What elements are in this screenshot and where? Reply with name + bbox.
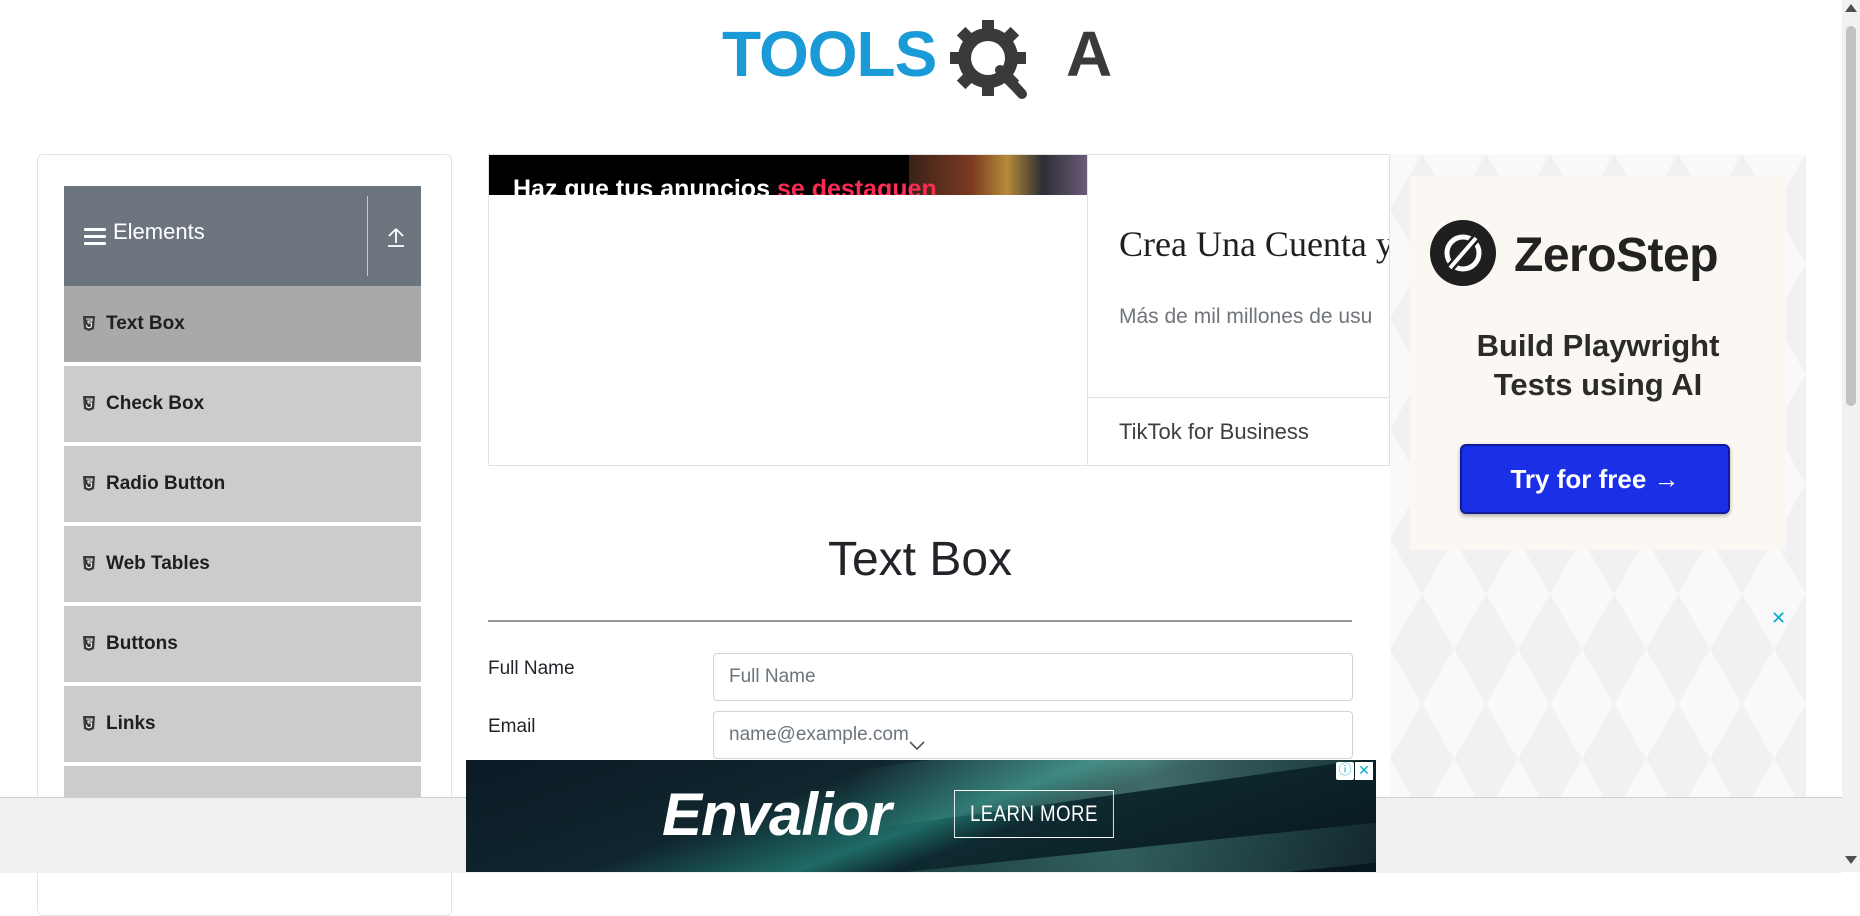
sidebar-item-check-box[interactable]: Check Box bbox=[64, 366, 421, 444]
html5-icon bbox=[83, 556, 95, 571]
group-title: Elements bbox=[113, 219, 205, 244]
sidebar-item-text-box[interactable]: Text Box bbox=[64, 286, 421, 364]
ad-headline: Crea Una Cuenta y bbox=[1119, 224, 1390, 264]
vertical-scrollbar[interactable] bbox=[1842, 0, 1860, 872]
ad-tagline: Build Playwright Tests using AI bbox=[1476, 328, 1720, 402]
full-name-input[interactable] bbox=[713, 653, 1353, 701]
email-label: Email bbox=[488, 716, 536, 737]
email-input[interactable] bbox=[713, 711, 1353, 759]
sidebar-item-radio-button[interactable]: Radio Button bbox=[64, 446, 421, 524]
bottom-advertisement[interactable]: Envalior LEARN MORE ⓘ ✕ bbox=[466, 760, 1376, 872]
ad-brand: Envalior bbox=[662, 781, 892, 848]
html5-icon bbox=[83, 316, 95, 331]
full-name-label: Full Name bbox=[488, 658, 575, 679]
ad-brand[interactable]: TikTok for Business bbox=[1119, 419, 1309, 445]
ad-banner: Haz que tus anuncios se destaquen bbox=[489, 155, 1087, 195]
sidebar-item-buttons[interactable]: Buttons bbox=[64, 606, 421, 684]
logo-text-a: A bbox=[1066, 20, 1112, 90]
ad-divider bbox=[1087, 155, 1088, 465]
ad-banner-text: Haz que tus anuncios se destaquen bbox=[513, 175, 937, 195]
learn-more-button[interactable]: LEARN MORE bbox=[954, 790, 1114, 838]
sidebar-item-label: Text Box bbox=[106, 313, 185, 334]
logo-text-tools: TOOLS bbox=[722, 20, 936, 90]
sidebar-item-label: Check Box bbox=[106, 393, 205, 414]
scroll-down-arrow-icon[interactable] bbox=[1845, 856, 1857, 864]
try-for-free-button[interactable]: Try for free → bbox=[1460, 444, 1730, 514]
zerostep-ad-panel[interactable]: ZeroStep Build Playwright Tests using AI… bbox=[1410, 176, 1786, 550]
toolsqa-logo[interactable]: TOOLS A bbox=[722, 20, 1124, 114]
ad-info-icon[interactable]: ⓘ bbox=[1336, 762, 1354, 780]
page-title: Text Box bbox=[827, 533, 1013, 586]
close-icon[interactable]: ✕ bbox=[1771, 608, 1786, 629]
scrollbar-thumb[interactable] bbox=[1846, 26, 1856, 406]
close-icon[interactable]: ✕ bbox=[1355, 762, 1373, 780]
elements-group-header[interactable]: Elements bbox=[64, 186, 421, 286]
collapse-up-icon[interactable] bbox=[386, 225, 406, 249]
header-divider bbox=[367, 196, 368, 276]
title-divider bbox=[488, 620, 1352, 622]
html5-icon bbox=[83, 636, 95, 651]
chevron-down-icon bbox=[909, 741, 925, 751]
zerostep-logo-icon bbox=[1430, 220, 1496, 286]
menu-icon bbox=[84, 228, 106, 246]
scroll-up-arrow-icon[interactable] bbox=[1845, 4, 1857, 12]
html5-icon bbox=[83, 716, 95, 731]
html5-icon bbox=[83, 396, 95, 411]
html5-icon bbox=[83, 476, 95, 491]
sidebar-item-label: Web Tables bbox=[106, 553, 210, 574]
gear-magnifier-icon bbox=[950, 20, 1027, 99]
sidebar-item-links[interactable]: Links bbox=[64, 686, 421, 764]
ad-brand: ZeroStep bbox=[1514, 229, 1719, 282]
ad-subtext: Más de mil millones de usu bbox=[1119, 305, 1373, 328]
sidebar-item-label: Links bbox=[106, 713, 156, 734]
top-advertisement[interactable]: Haz que tus anuncios se destaquen Crea U… bbox=[488, 154, 1390, 466]
sidebar-item-label: Radio Button bbox=[106, 473, 226, 494]
right-advertisement[interactable]: ZeroStep Build Playwright Tests using AI… bbox=[1390, 154, 1806, 872]
sidebar-item-label: Buttons bbox=[106, 633, 178, 654]
sidebar-item-web-tables[interactable]: Web Tables bbox=[64, 526, 421, 604]
ad-divider bbox=[1087, 397, 1389, 398]
